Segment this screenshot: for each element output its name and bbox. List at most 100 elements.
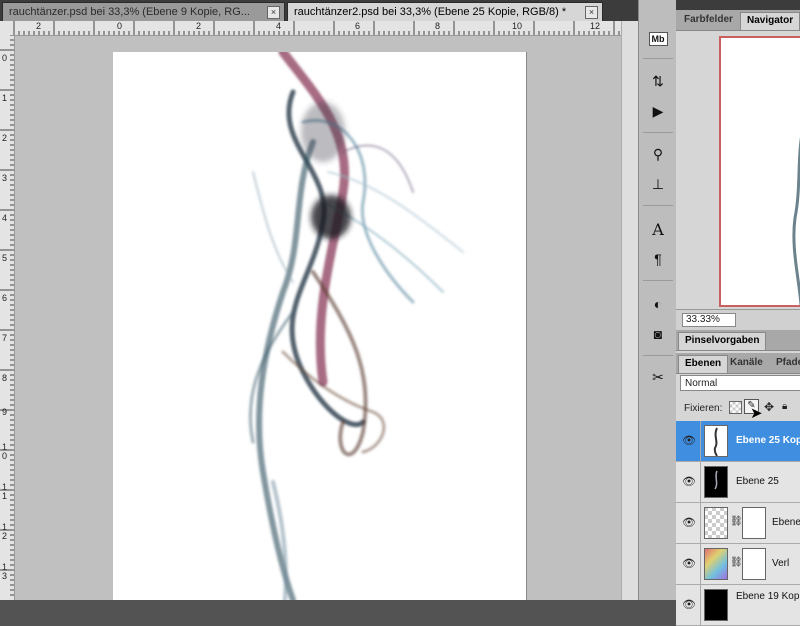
lock-label: Fixieren:: [684, 403, 723, 414]
tab-rauchtaenzer[interactable]: rauchtänzer.psd bei 33,3% (Ebene 9 Kopie…: [2, 2, 285, 21]
layer-mask-thumbnail: [742, 548, 766, 580]
tab-rauchtaenzer2[interactable]: rauchtänzer2.psd bei 33,3% (Ebene 25 Kop…: [287, 2, 603, 21]
tool-presets-button[interactable]: ⊥: [647, 173, 669, 195]
character-icon: A: [652, 219, 664, 239]
tab-pinselvorgaben[interactable]: Pinselvorgaben: [678, 332, 767, 350]
layers-tabbar: Ebenen Kanäle Pfade: [676, 353, 800, 374]
clone-source-button[interactable]: ⚲: [647, 143, 669, 165]
tab-label: rauchtänzer2.psd bei 33,3% (Ebene 25 Kop…: [294, 6, 567, 18]
tab-kanaele[interactable]: Kanäle: [724, 355, 769, 373]
ruler-label: 12: [590, 21, 601, 31]
ruler-label: 1 2: [2, 522, 8, 541]
smoke-artwork: [248, 52, 464, 600]
chain-link-icon[interactable]: ⛓︎: [730, 516, 743, 527]
ruler-label: 9: [2, 407, 8, 417]
ruler-label: 1 0: [2, 442, 8, 461]
ruler-label: 6: [2, 293, 8, 303]
close-icon[interactable]: ×: [585, 6, 598, 19]
tab-label: rauchtänzer.psd bei 33,3% (Ebene 9 Kopie…: [9, 6, 250, 18]
ruler-label: 2: [196, 21, 202, 31]
eye-icon[interactable]: 👁︎: [682, 434, 696, 448]
ruler-left-ticks: [0, 35, 14, 596]
stamp-icon: ⊥: [651, 175, 665, 192]
layer-row[interactable]: 👁︎ ⛓︎ Ebene: [676, 503, 800, 544]
ruler-label: 2: [2, 133, 8, 143]
layer-name: Ebene 19 Kopie: [736, 591, 800, 602]
ruler-label: 4: [2, 213, 8, 223]
tab-pfade[interactable]: Pfade: [770, 355, 800, 373]
navigator-tabbar: Farbfelder Navigator: [676, 10, 800, 31]
chain-link-icon[interactable]: ⛓︎: [730, 557, 743, 568]
ruler-label: 5: [2, 253, 8, 263]
ruler-left[interactable]: 0 1 2 3 4 5 6 7 8 9 1 0 1 1 1 2 1 3: [0, 35, 15, 600]
ruler-label: 8: [2, 373, 8, 383]
tools-panel-button[interactable]: ✂: [647, 366, 669, 388]
tab-farbfelder[interactable]: Farbfelder: [678, 12, 739, 30]
layer-mask-thumbnail: [742, 507, 766, 539]
play-icon: ▶: [652, 102, 664, 119]
tools-icon: ✂: [652, 368, 664, 385]
mask-icon: ◙: [653, 326, 663, 342]
cursor-arrow-icon: ➤: [750, 405, 763, 422]
blend-mode-select[interactable]: Normal: [680, 375, 800, 391]
layer-thumbnail: [704, 507, 728, 539]
adjustments-button[interactable]: ◐: [647, 293, 669, 315]
ruler-label: 0: [2, 53, 8, 63]
layer-name: Ebene 25 Kopie: [736, 435, 800, 446]
layer-thumbnail: [704, 425, 728, 457]
ruler-top[interactable]: 2 0 2 4 6 8 10 12: [0, 21, 638, 36]
eye-icon[interactable]: 👁︎: [682, 598, 696, 612]
paragraph-icon: ¶: [654, 251, 662, 267]
eye-icon[interactable]: 👁︎: [682, 557, 696, 571]
layer-name: Ebene: [772, 517, 800, 528]
ruler-label: 4: [276, 21, 282, 31]
layer-name: Verl: [772, 558, 790, 569]
tab-ebenen[interactable]: Ebenen: [678, 355, 729, 373]
history-button[interactable]: ⇅: [647, 70, 669, 92]
masks-button[interactable]: ◙: [647, 323, 669, 345]
ruler-label: 7: [2, 333, 8, 343]
lock-all-icon[interactable]: 🔒︎: [782, 401, 787, 412]
clone-source-icon: ⚲: [652, 145, 664, 162]
adjustments-icon: ◐: [653, 296, 663, 312]
navigator-preview[interactable]: [719, 36, 800, 307]
document-tab-bar: rauchtänzer.psd bei 33,3% (Ebene 9 Kopie…: [0, 0, 638, 21]
mini-bridge-button[interactable]: Mb: [647, 28, 669, 50]
paragraph-button[interactable]: ¶: [647, 248, 669, 270]
ruler-top-ticks: [13, 21, 635, 35]
ruler-label: 1 1: [2, 482, 8, 501]
navigator-thumbnail: [792, 136, 800, 306]
eye-icon[interactable]: 👁︎: [682, 475, 696, 489]
layer-name: Ebene 25: [736, 476, 779, 487]
history-icon: ⇅: [652, 72, 664, 89]
lock-position-icon[interactable]: ✥: [764, 400, 774, 414]
ruler-label: 6: [355, 21, 361, 31]
actions-button[interactable]: ▶: [647, 100, 669, 122]
panel-header-strip: [676, 0, 800, 10]
mini-bridge-icon: Mb: [648, 32, 668, 46]
vertical-scrollbar[interactable]: [621, 21, 639, 600]
ruler-label: 10: [512, 21, 523, 31]
ruler-label: 0: [117, 21, 123, 31]
layer-row[interactable]: 👁︎ Ebene 19 Kopie: [676, 585, 800, 626]
character-button[interactable]: A: [647, 218, 669, 240]
gradient-map-icon: [704, 548, 728, 580]
layer-row[interactable]: 👁︎ Ebene 25: [676, 462, 800, 503]
tab-navigator[interactable]: Navigator: [740, 12, 800, 30]
lock-transparency-icon[interactable]: [729, 401, 742, 414]
ruler-label: 1 3: [2, 562, 8, 581]
ruler-label: 1: [2, 93, 8, 103]
ruler-label: 2: [36, 21, 42, 31]
layer-thumbnail: [704, 589, 728, 621]
layer-thumbnail: [704, 466, 728, 498]
eye-icon[interactable]: 👁︎: [682, 516, 696, 530]
close-icon[interactable]: ×: [267, 6, 280, 19]
document-canvas[interactable]: [113, 52, 526, 600]
layer-row[interactable]: 👁︎ Ebene 25 Kopie: [676, 421, 800, 462]
ruler-label: 8: [435, 21, 441, 31]
navigator-zoom-field[interactable]: 33.33%: [682, 313, 736, 327]
layer-row[interactable]: 👁︎ ⛓︎ Verl: [676, 544, 800, 585]
brush-presets-tabbar: Pinselvorgaben: [676, 330, 800, 351]
ruler-label: 3: [2, 173, 8, 183]
panel-dock: Mb ⇅ ▶ ⚲ ⊥ A ¶ ◐ ◙ ✂: [638, 0, 678, 600]
